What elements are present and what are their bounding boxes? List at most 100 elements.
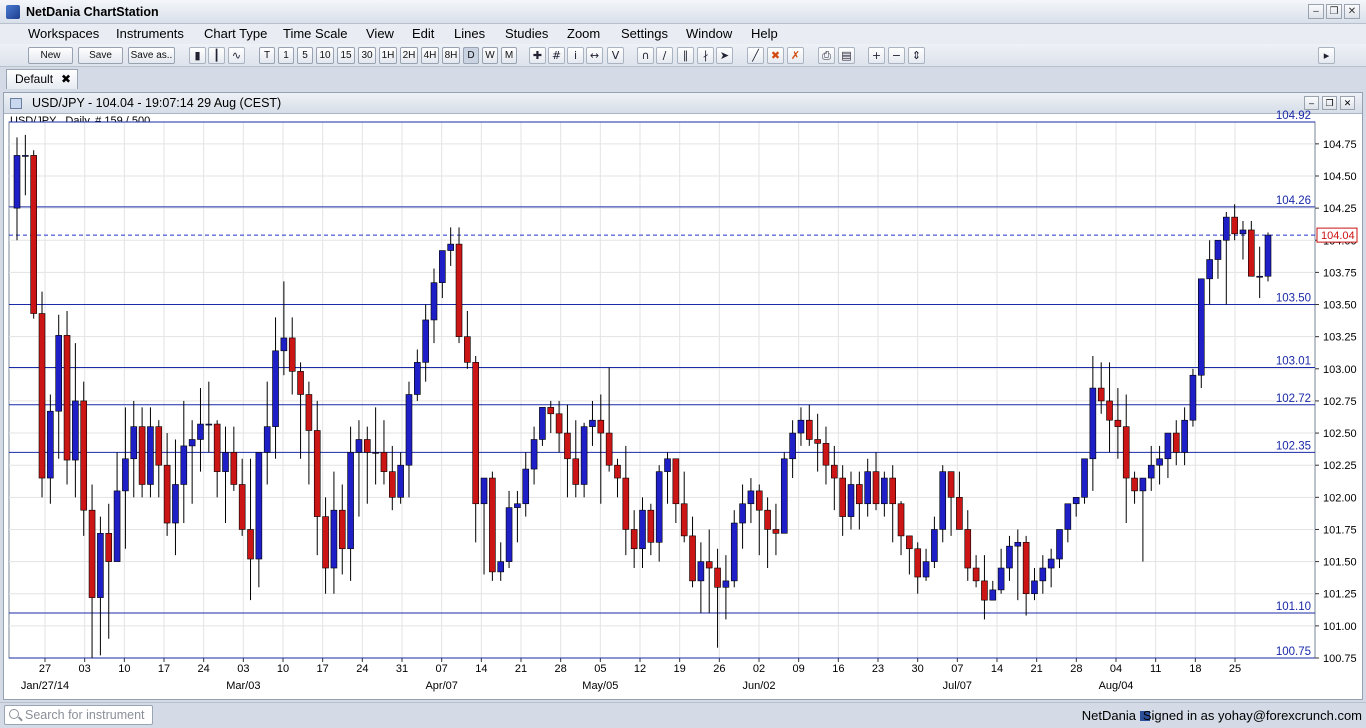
candle-body	[989, 589, 997, 601]
candle-body	[230, 452, 238, 485]
menu-lines[interactable]: Lines	[454, 25, 485, 42]
print-preview-icon[interactable]: ▤	[838, 47, 855, 64]
candle-body	[597, 419, 605, 434]
menu-time-scale[interactable]: Time Scale	[283, 25, 348, 42]
candle-body	[313, 430, 321, 517]
info-icon[interactable]: i	[567, 47, 584, 64]
y-tick-label: 104.75	[1323, 139, 1357, 151]
candle-body	[997, 567, 1005, 591]
bar-chart-icon[interactable]: ┃	[208, 47, 225, 64]
x-tick-label: 12	[634, 663, 646, 675]
x-tick-label: 03	[237, 663, 249, 675]
print-icon[interactable]: ⎙	[818, 47, 835, 64]
search-instrument-input[interactable]: Search for instrument	[4, 705, 153, 725]
restore-icon[interactable]: ❐	[1326, 4, 1342, 19]
new-button[interactable]: New	[28, 47, 73, 64]
timescale-4h[interactable]: 4H	[421, 47, 439, 64]
volume-icon[interactable]: V	[607, 47, 624, 64]
candle-body	[564, 432, 571, 460]
candle-body	[1189, 374, 1197, 421]
zoom-in-icon[interactable]: +	[868, 47, 885, 64]
candle-body	[822, 443, 830, 466]
menu-chart-type[interactable]: Chart Type	[204, 25, 267, 42]
menu-zoom[interactable]: Zoom	[567, 25, 600, 42]
channel-tool-icon[interactable]: ∥	[677, 47, 694, 64]
timescale-w[interactable]: W	[482, 47, 498, 64]
menu-bar: Workspaces Instruments Chart Type Time S…	[0, 24, 1366, 44]
candle-body	[205, 423, 213, 426]
candle-body	[1197, 278, 1205, 376]
grid-icon[interactable]: #	[548, 47, 565, 64]
menu-edit[interactable]: Edit	[412, 25, 434, 42]
menu-help[interactable]: Help	[751, 25, 778, 42]
level-label: 104.26	[1276, 195, 1311, 207]
timescale-5[interactable]: 5	[297, 47, 313, 64]
close-icon[interactable]: ✕	[1344, 4, 1360, 19]
candle-body	[1264, 234, 1272, 277]
menu-workspaces[interactable]: Workspaces	[28, 25, 99, 42]
candle-body	[889, 477, 897, 505]
candle-body	[705, 561, 713, 569]
candle-body	[672, 458, 680, 505]
menu-window[interactable]: Window	[686, 25, 732, 42]
timescale-1h[interactable]: 1H	[379, 47, 397, 64]
candlestick-chart[interactable]: 27 03 10 17 24 03 10 17 24 31 07 14 21 28 05 12 19 26 02 09…	[3, 92, 1363, 700]
candle-body	[22, 155, 29, 157]
timescale-10[interactable]: 10	[316, 47, 334, 64]
crosshair-icon[interactable]: ✚	[529, 47, 546, 64]
cursor-tool-icon[interactable]: ➤	[716, 47, 733, 64]
candle-body	[1131, 477, 1138, 492]
fan-tool-icon[interactable]: ∤	[697, 47, 714, 64]
timescale-2h[interactable]: 2H	[400, 47, 418, 64]
toolbar-collapse-icon[interactable]: ▸	[1318, 47, 1335, 64]
candle-body	[647, 509, 655, 543]
candle-body	[247, 529, 254, 560]
candle-body	[47, 410, 54, 479]
timescale-m[interactable]: M	[501, 47, 517, 64]
minimize-icon[interactable]: –	[1308, 4, 1324, 19]
timescale-30[interactable]: 30	[358, 47, 376, 64]
menu-settings[interactable]: Settings	[621, 25, 668, 42]
candle-body	[355, 439, 363, 453]
candle-body	[80, 400, 88, 511]
timescale-t[interactable]: T	[259, 47, 275, 64]
tab-default[interactable]: Default ✖	[6, 69, 78, 89]
menu-view[interactable]: View	[366, 25, 394, 42]
timescale-15[interactable]: 15	[337, 47, 355, 64]
y-tick-label: 102.00	[1323, 492, 1357, 504]
draw-line-icon[interactable]: ╱	[747, 47, 764, 64]
candle-body	[30, 155, 37, 314]
zoom-out-icon[interactable]: −	[888, 47, 905, 64]
candle-body	[572, 458, 580, 485]
delete-drawing-icon[interactable]: ✖	[767, 47, 784, 64]
current-price-label: 104.04	[1321, 230, 1355, 242]
timescale-d[interactable]: D	[463, 47, 479, 64]
candle-body	[380, 452, 388, 472]
timescale-1[interactable]: 1	[278, 47, 294, 64]
candle-body	[1022, 542, 1030, 595]
candle-body	[455, 243, 463, 337]
x-tick-label: 05	[594, 663, 606, 675]
fibonacci-icon[interactable]: ∩	[637, 47, 654, 64]
menu-studies[interactable]: Studies	[505, 25, 548, 42]
candlestick-chart-icon[interactable]: ▮	[189, 47, 206, 64]
save-button[interactable]: Save	[78, 47, 123, 64]
x-tick-label: 16	[832, 663, 844, 675]
candle-body	[589, 419, 596, 427]
candle-body	[322, 516, 329, 569]
candle-body	[363, 439, 371, 453]
tab-close-icon[interactable]: ✖	[61, 70, 71, 88]
line-chart-icon[interactable]: ∿	[228, 47, 245, 64]
trendline-tool-icon[interactable]: ∕	[656, 47, 673, 64]
scroll-icon[interactable]: ↔	[586, 47, 603, 64]
timescale-8h[interactable]: 8H	[442, 47, 460, 64]
menu-instruments[interactable]: Instruments	[116, 25, 184, 42]
level-label: 101.10	[1276, 601, 1311, 613]
delete-all-icon[interactable]: ✗	[787, 47, 804, 64]
candle-body	[655, 471, 663, 543]
zoom-fit-icon[interactable]: ⇕	[908, 47, 925, 64]
candle-body	[972, 567, 980, 582]
save-as-button[interactable]: Save as..	[128, 47, 175, 64]
toolbar: New Save Save as.. ▮ ┃ ∿ T 1 5 10 15 30 …	[0, 44, 1366, 67]
brand-label: NetDania	[1081, 708, 1136, 723]
